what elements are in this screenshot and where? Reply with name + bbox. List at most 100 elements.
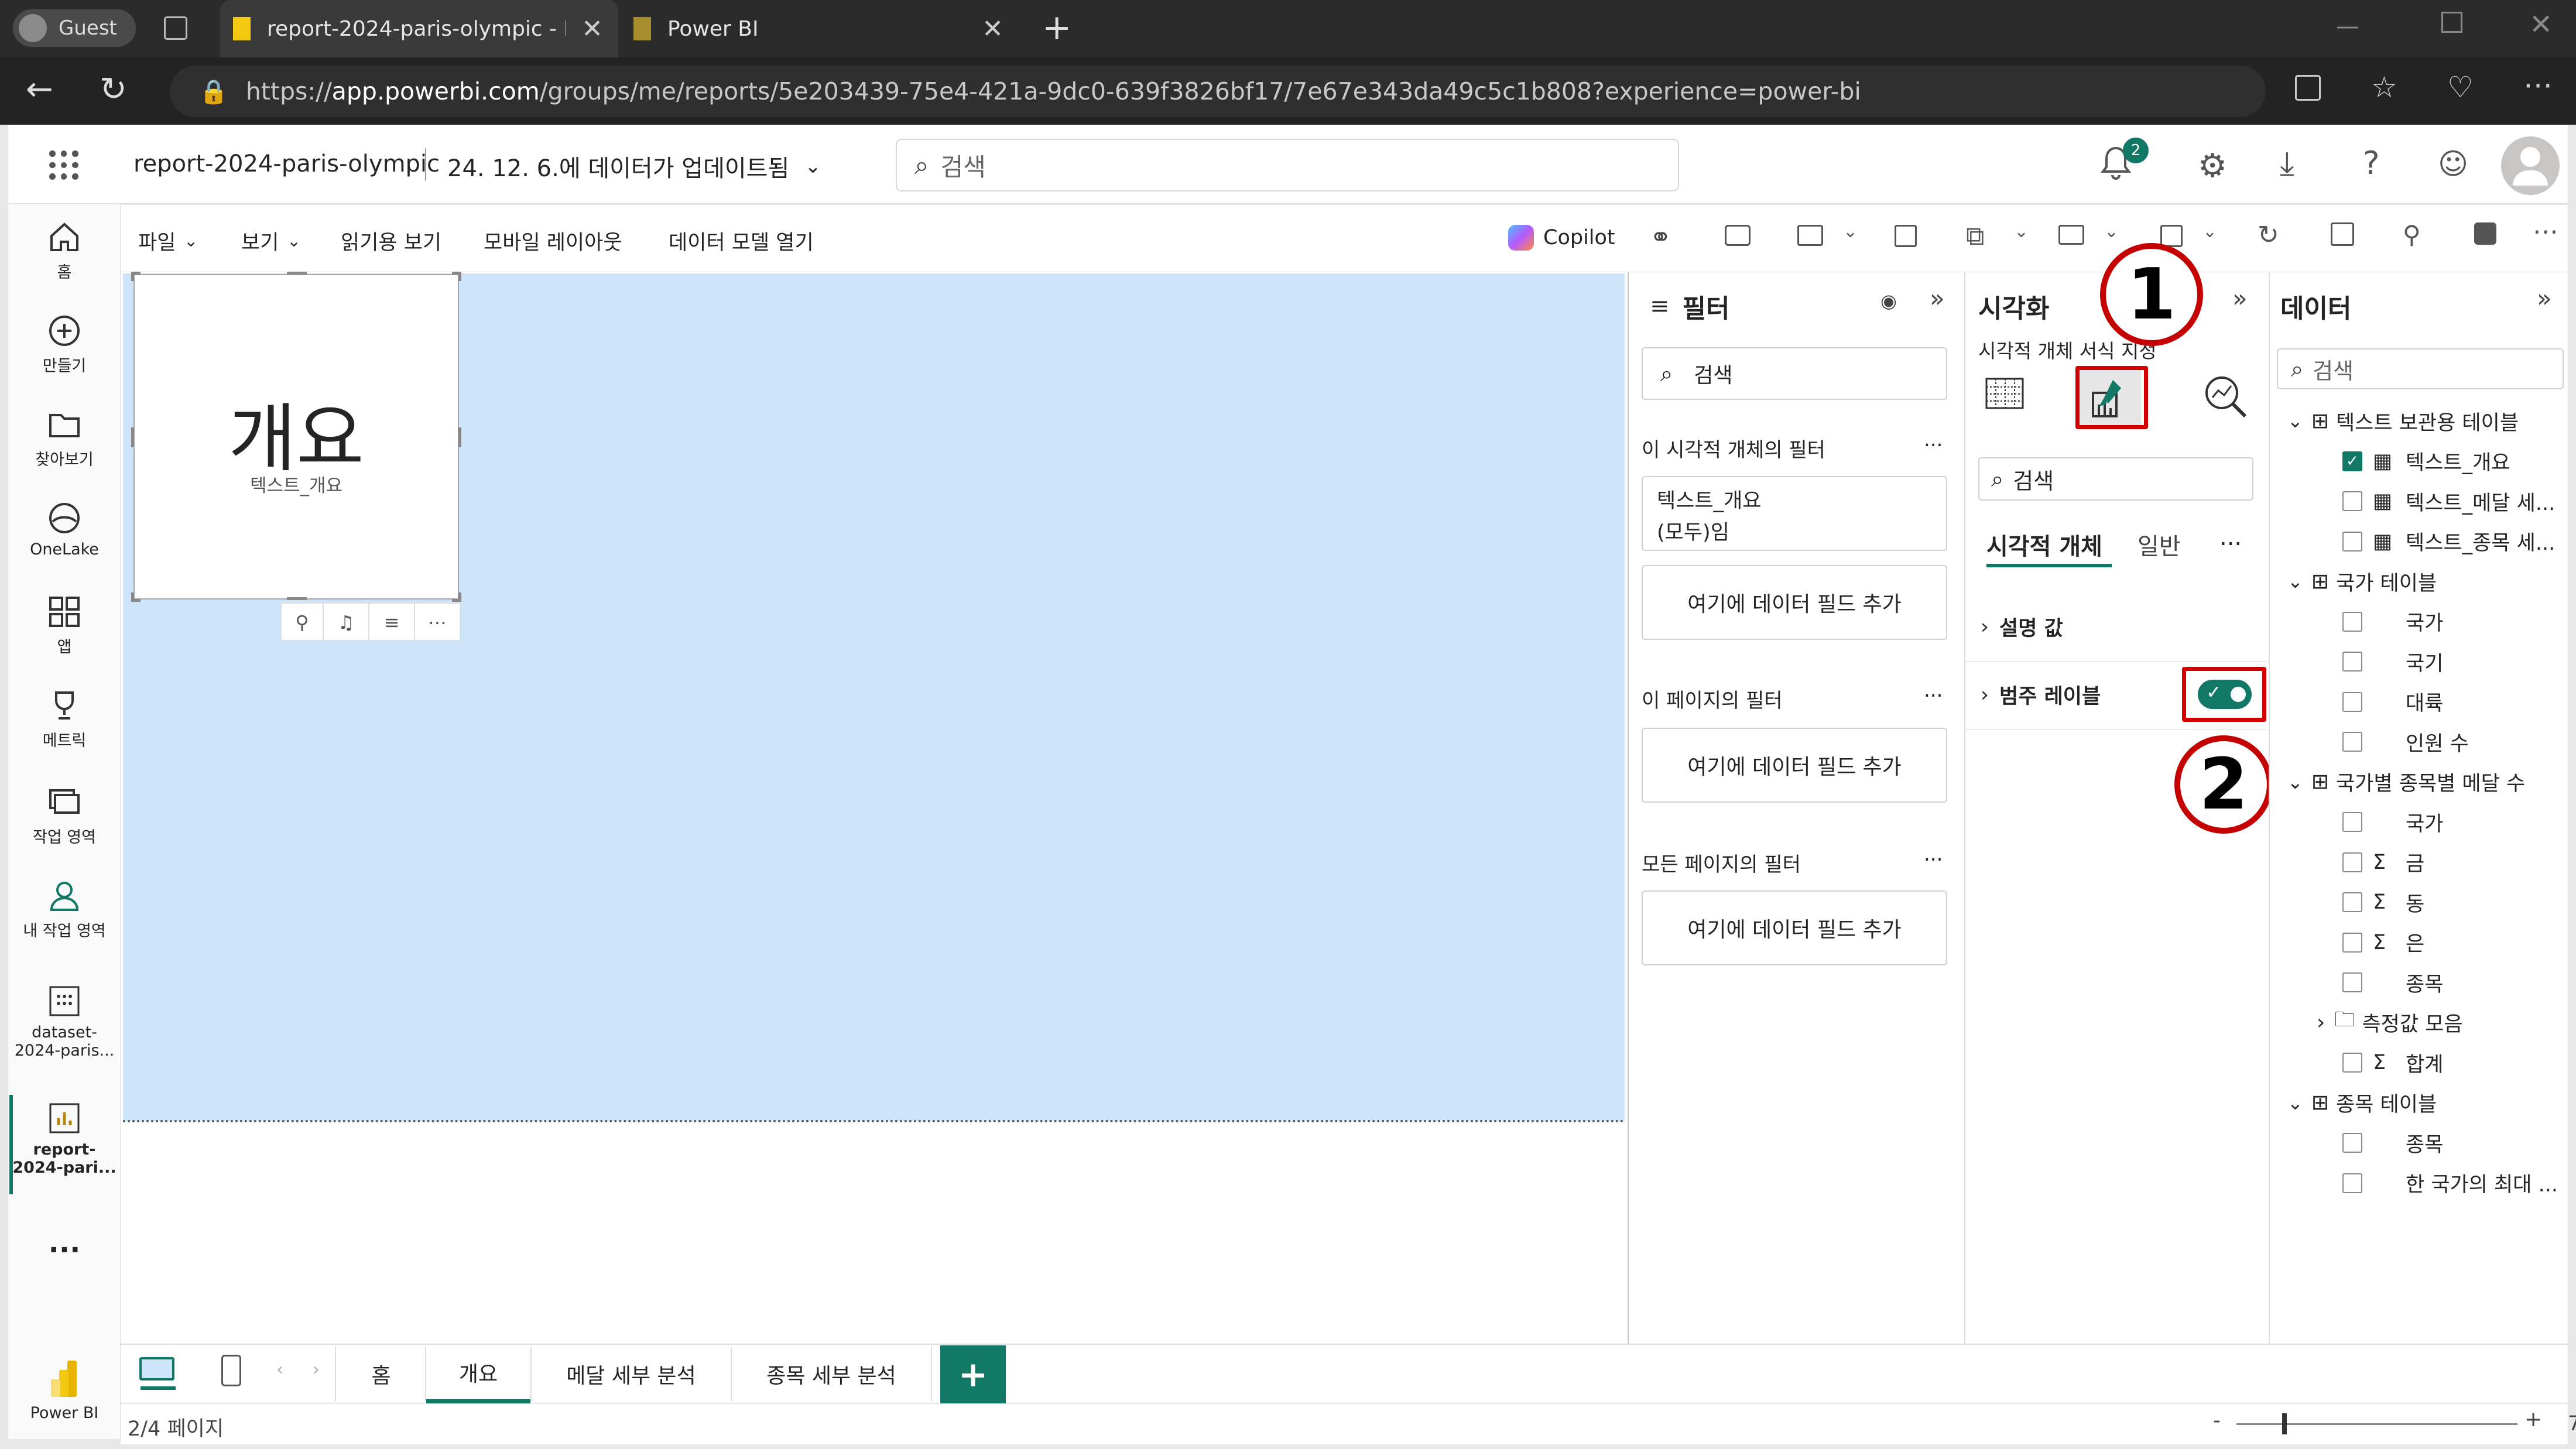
report-name[interactable]: report-2024-paris-olympic [133, 150, 440, 177]
favorites-icon[interactable]: ☆ [2371, 70, 2397, 104]
field-checkbox[interactable] [2342, 972, 2362, 992]
field-checkbox[interactable] [2342, 1133, 2362, 1153]
file-menu[interactable]: 파일 ⌄ [138, 226, 198, 256]
browser-tab-report[interactable]: report-2024-paris-olympic - Powe ✕ [220, 0, 618, 57]
data-table[interactable]: ⌄ ⊞ 국가별 종목별 메달 수 [2287, 766, 2525, 799]
field-checkbox[interactable] [2342, 732, 2362, 752]
collapse-chevron-icon[interactable]: » [2537, 284, 2552, 313]
minimize-icon[interactable]: — [2336, 13, 2359, 40]
view-menu[interactable]: 보기 ⌄ [241, 226, 301, 256]
header-search-box[interactable]: ⌕ 검색 [896, 139, 1679, 191]
close-tab-icon[interactable]: ✕ [982, 14, 1003, 44]
feedback-icon[interactable]: ☺ [2438, 147, 2468, 181]
desktop-view-icon[interactable] [139, 1357, 174, 1381]
data-field[interactable]: 국기 [2342, 645, 2443, 678]
reading-view-button[interactable]: 읽기용 보기 [341, 226, 441, 256]
resize-handle[interactable] [131, 272, 141, 281]
data-field[interactable]: 한 국가의 최대 ... [2342, 1167, 2558, 1200]
data-field[interactable]: 국가 [2342, 806, 2443, 838]
chevron-down-icon[interactable]: ⌄ [2014, 221, 2029, 242]
build-visual-icon[interactable] [1984, 373, 2025, 414]
page-tab-overview[interactable]: 개요 [426, 1345, 530, 1403]
tab-actions-icon[interactable] [164, 16, 187, 40]
resize-handle[interactable] [452, 592, 461, 602]
chevron-down-icon[interactable]: ⌄ [1843, 221, 1858, 242]
more-options-icon[interactable]: ⋯ [2533, 217, 2558, 246]
section-category-label[interactable]: › 범주 레이블 [1981, 680, 2101, 710]
field-checkbox[interactable] [2342, 531, 2362, 551]
open-data-model-button[interactable]: 데이터 모델 열기 [669, 226, 814, 256]
data-search-box[interactable]: ⌕ 검색 [2277, 348, 2564, 389]
nav-more-button[interactable]: ... [8, 1227, 121, 1259]
zoom-in-button[interactable]: + [2524, 1407, 2542, 1431]
data-field[interactable]: Σ 합계 [2342, 1046, 2443, 1079]
browser-menu-icon[interactable]: ⋯ [2523, 68, 2553, 102]
view-options-icon[interactable] [2160, 225, 2183, 247]
zoom-slider-thumb[interactable] [2282, 1413, 2287, 1434]
app-launcher-icon[interactable] [49, 150, 78, 180]
resize-handle[interactable] [131, 427, 134, 447]
add-page-button[interactable]: + [940, 1345, 1006, 1404]
data-field[interactable]: Σ은 [2342, 926, 2424, 959]
nav-workspaces[interactable]: 작업 영역 [8, 785, 121, 847]
zoom-out-button[interactable]: - [2213, 1409, 2221, 1433]
nav-powerbi[interactable]: Power BI [8, 1358, 121, 1422]
data-field[interactable]: 국가 [2342, 605, 2443, 638]
profile-button[interactable]: Guest [13, 9, 136, 47]
close-window-icon[interactable]: ✕ [2529, 8, 2553, 41]
resize-handle[interactable] [458, 427, 461, 447]
zoom-slider-track[interactable] [2236, 1423, 2517, 1425]
nav-my-workspace[interactable]: 내 작업 영역 [8, 878, 121, 941]
tab-visual[interactable]: 시각적 개체 [1986, 527, 2102, 561]
collapse-chevron-icon[interactable]: » [2232, 284, 2248, 313]
resize-handle[interactable] [287, 272, 307, 275]
field-checkbox[interactable] [2342, 892, 2362, 912]
notes-icon[interactable] [1895, 225, 1917, 247]
nav-browse[interactable]: 찾아보기 [8, 407, 121, 470]
subscribe-icon[interactable] [1797, 225, 1823, 246]
nav-report[interactable]: report- 2024-pari... [8, 1101, 121, 1177]
field-checkbox[interactable] [2342, 1173, 2362, 1193]
nav-apps[interactable]: 앱 [8, 594, 121, 657]
tab-general[interactable]: 일반 [2137, 527, 2181, 561]
field-checkbox[interactable] [2342, 1053, 2362, 1073]
data-field[interactable]: 종목 [2342, 1126, 2443, 1159]
more-options-icon[interactable]: ... [2219, 524, 2242, 551]
field-checkbox[interactable] [2342, 932, 2362, 953]
data-field[interactable]: ✓ ▦ 텍스트_개요 [2342, 445, 2510, 478]
pin-visual-icon[interactable]: ⚲ [281, 603, 323, 640]
data-field[interactable]: 대륙 [2342, 686, 2443, 718]
filter-icon[interactable]: ≡ [369, 603, 415, 640]
data-table[interactable]: ⌄ ⊞ 텍스트 보관용 테이블 [2287, 405, 2519, 437]
collapse-chevron-icon[interactable]: » [1930, 284, 1945, 313]
card-visual[interactable]: 개요 텍스트_개요 [133, 274, 459, 600]
mobile-view-icon[interactable] [221, 1355, 241, 1386]
teams-icon[interactable] [2474, 222, 2496, 245]
pin-icon[interactable]: ⚲ [2403, 220, 2421, 249]
data-table[interactable]: ⌄ ⊞ 종목 테이블 [2287, 1087, 2437, 1119]
scroll-left-icon[interactable]: ‹ [276, 1359, 283, 1380]
eye-icon[interactable]: ◉ [1880, 290, 1897, 312]
add-data-field-visual[interactable]: 여기에 데이터 필드 추가 [1642, 565, 1947, 640]
restore-icon[interactable] [2441, 12, 2462, 33]
user-avatar[interactable] [2501, 136, 2560, 195]
close-tab-icon[interactable]: ✕ [581, 14, 603, 44]
more-options-icon[interactable]: ... [1924, 679, 1943, 702]
field-checkbox[interactable] [2342, 691, 2362, 712]
chevron-down-icon[interactable]: ⌄ [2202, 221, 2217, 242]
field-checkbox[interactable]: ✓ [2342, 451, 2362, 471]
data-field[interactable]: ▦ 텍스트_종목 세... [2342, 525, 2555, 558]
save-icon[interactable] [2331, 222, 2354, 246]
download-icon[interactable]: ⤓ [2280, 145, 2294, 183]
mobile-layout-button[interactable]: 모바일 레이아웃 [484, 226, 622, 256]
scroll-right-icon[interactable]: › [313, 1359, 320, 1380]
data-field[interactable]: 종목 [2342, 966, 2443, 999]
new-tab-icon[interactable]: + [1042, 7, 1071, 48]
chevron-down-icon[interactable]: ⌄ [2104, 221, 2119, 242]
data-table[interactable]: ⌄ ⊞ 국가 테이블 [2287, 565, 2437, 598]
data-field[interactable]: 인원 수 [2342, 725, 2469, 758]
field-checkbox[interactable] [2342, 852, 2362, 872]
nav-create[interactable]: 만들기 [8, 313, 121, 376]
data-field[interactable]: Σ동 [2342, 886, 2424, 919]
back-icon[interactable]: ← [26, 70, 53, 108]
